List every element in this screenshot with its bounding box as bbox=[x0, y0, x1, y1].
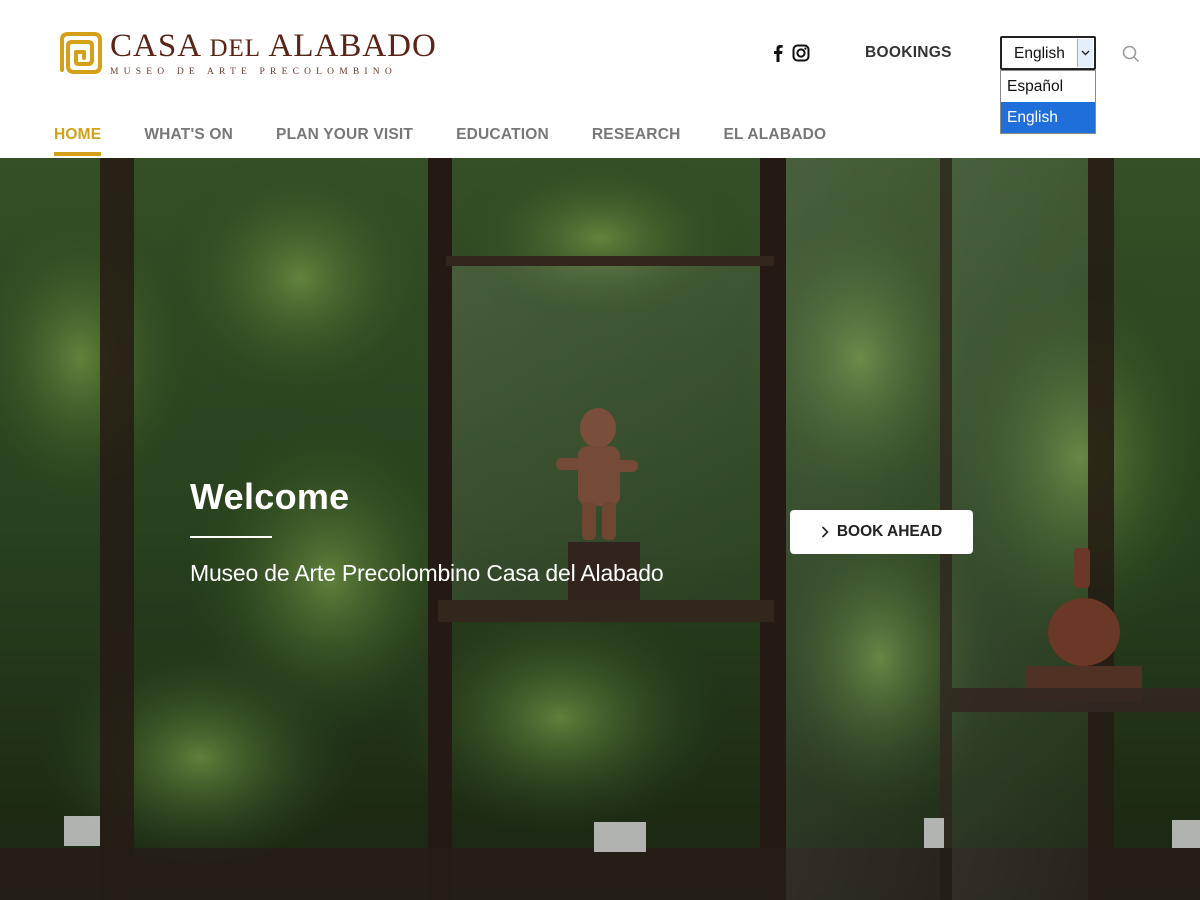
language-select[interactable]: English bbox=[1000, 36, 1096, 70]
bookings-link[interactable]: BOOKINGS bbox=[865, 44, 952, 62]
facebook-icon[interactable] bbox=[772, 44, 784, 62]
museum-logo[interactable]: CASA DEL ALABADO MUSEO DE ARTE PRECOLOMB… bbox=[54, 30, 437, 77]
social-links bbox=[772, 44, 810, 62]
logo-subtitle: MUSEO DE ARTE PRECOLOMBINO bbox=[110, 67, 397, 77]
chevron-right-icon bbox=[821, 526, 829, 538]
hero-title-divider bbox=[190, 536, 272, 538]
chevron-down-icon[interactable] bbox=[1077, 39, 1093, 67]
language-option-english[interactable]: English bbox=[1001, 102, 1095, 133]
nav-item-el-alabado[interactable]: EL ALABADO bbox=[724, 126, 827, 158]
nav-item-whats-on[interactable]: WHAT'S ON bbox=[144, 126, 233, 158]
spiral-logo-icon bbox=[60, 32, 102, 74]
hero-title: Welcome bbox=[190, 476, 350, 517]
hero-banner: Welcome Museo de Arte Precolombino Casa … bbox=[0, 158, 1200, 900]
book-ahead-label: BOOK AHEAD bbox=[836, 523, 943, 540]
logo-title: CASA DEL ALABADO bbox=[110, 28, 437, 64]
hero-subtitle: Museo de Arte Precolombino Casa del Alab… bbox=[190, 560, 664, 586]
search-icon[interactable] bbox=[1122, 45, 1140, 63]
instagram-icon[interactable] bbox=[792, 44, 810, 62]
nav-item-home[interactable]: HOME bbox=[54, 126, 102, 158]
nav-item-education[interactable]: EDUCATION bbox=[456, 126, 549, 158]
hero-background-image bbox=[0, 158, 1200, 900]
nav-item-plan-your-visit[interactable]: PLAN YOUR VISIT bbox=[276, 126, 413, 158]
language-selected-value: English bbox=[1014, 45, 1065, 62]
nav-item-research[interactable]: RESEARCH bbox=[592, 126, 681, 158]
book-ahead-button[interactable]: BOOK AHEAD bbox=[790, 510, 973, 554]
language-option-espanol[interactable]: Español bbox=[1001, 71, 1095, 102]
main-navigation: HOME WHAT'S ON PLAN YOUR VISIT EDUCATION… bbox=[54, 126, 869, 158]
logo-text: CASA DEL ALABADO MUSEO DE ARTE PRECOLOMB… bbox=[110, 28, 437, 78]
language-dropdown-menu: Español English bbox=[1000, 70, 1096, 134]
site-header: CASA DEL ALABADO MUSEO DE ARTE PRECOLOMB… bbox=[0, 0, 1200, 158]
